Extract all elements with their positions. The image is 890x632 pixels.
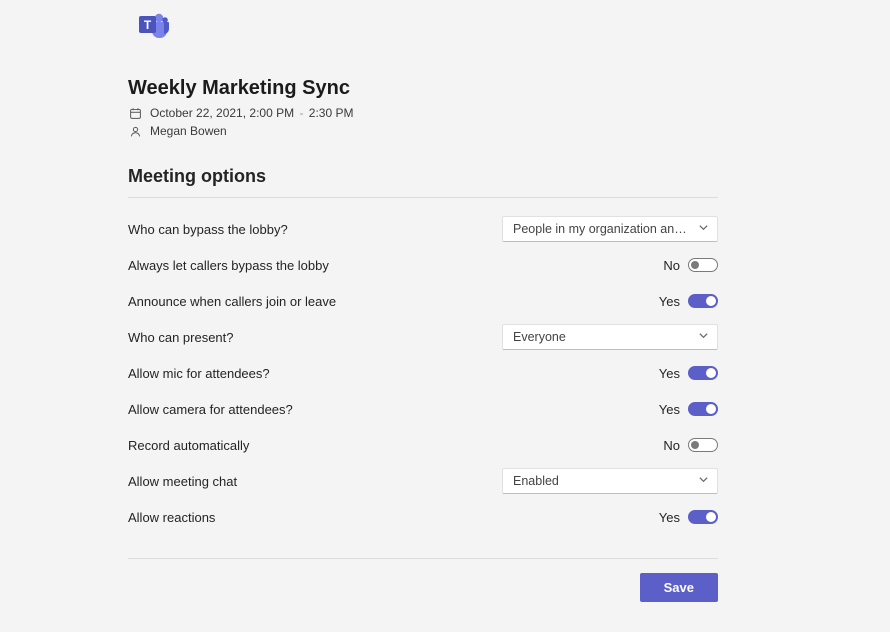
chevron-down-icon [698,222,709,236]
meeting-chat-dropdown[interactable]: Enabled [502,468,718,494]
toggle-state: Yes [659,510,680,525]
dropdown-value: Enabled [513,474,559,488]
calendar-icon [128,106,142,120]
option-announce-join-leave: Announce when callers join or leave Yes [128,288,718,314]
callers-bypass-toggle[interactable] [688,258,718,272]
option-who-present: Who can present? Everyone [128,324,718,350]
meeting-start: October 22, 2021, 2:00 PM [150,106,294,120]
announce-toggle[interactable] [688,294,718,308]
option-label: Allow meeting chat [128,474,237,489]
meeting-title: Weekly Marketing Sync [128,77,718,100]
option-allow-mic: Allow mic for attendees? Yes [128,360,718,386]
option-label: Allow reactions [128,510,215,525]
section-title: Meeting options [128,166,718,187]
toggle-state: No [663,438,680,453]
divider [128,197,718,198]
record-auto-toggle[interactable] [688,438,718,452]
toggle-state: Yes [659,366,680,381]
option-record-auto: Record automatically No [128,432,718,458]
option-label: Who can bypass the lobby? [128,222,288,237]
toggle-state: Yes [659,294,680,309]
option-label: Announce when callers join or leave [128,294,336,309]
meeting-datetime-row: October 22, 2021, 2:00 PM - 2:30 PM [128,106,718,120]
option-bypass-lobby: Who can bypass the lobby? People in my o… [128,216,718,242]
svg-text:T: T [144,18,152,32]
allow-camera-toggle[interactable] [688,402,718,416]
option-label: Record automatically [128,438,249,453]
toggle-state: Yes [659,402,680,417]
organizer-name: Megan Bowen [150,124,227,138]
bypass-lobby-dropdown[interactable]: People in my organization and gu… [502,216,718,242]
option-allow-reactions: Allow reactions Yes [128,504,718,530]
chevron-down-icon [698,474,709,488]
save-button[interactable]: Save [640,573,718,602]
option-allow-camera: Allow camera for attendees? Yes [128,396,718,422]
who-present-dropdown[interactable]: Everyone [502,324,718,350]
person-icon [128,124,142,138]
option-label: Allow mic for attendees? [128,366,270,381]
dropdown-value: People in my organization and gu… [513,222,693,236]
footer: Save [128,558,718,602]
allow-mic-toggle[interactable] [688,366,718,380]
option-label: Who can present? [128,330,234,345]
option-callers-bypass: Always let callers bypass the lobby No [128,252,718,278]
organizer-row: Megan Bowen [128,124,718,138]
time-separator: - [299,106,303,120]
option-label: Allow camera for attendees? [128,402,293,417]
chevron-down-icon [698,330,709,344]
meeting-end: 2:30 PM [309,106,354,120]
allow-reactions-toggle[interactable] [688,510,718,524]
teams-logo-icon: T [134,6,718,47]
toggle-state: No [663,258,680,273]
option-meeting-chat: Allow meeting chat Enabled [128,468,718,494]
dropdown-value: Everyone [513,330,566,344]
option-label: Always let callers bypass the lobby [128,258,329,273]
